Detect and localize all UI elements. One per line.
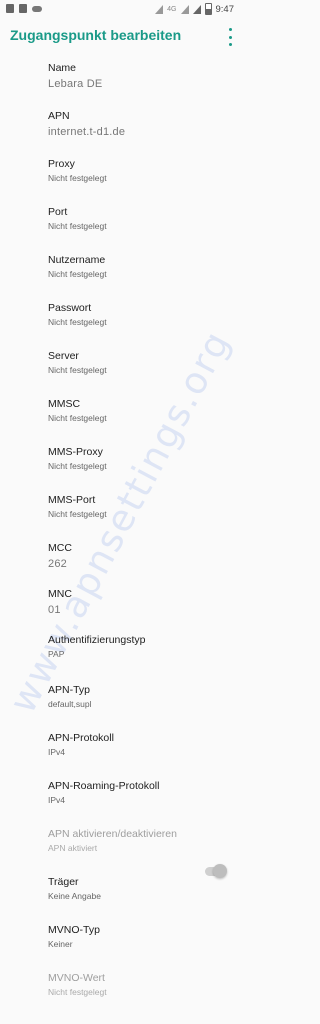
setting-auth-type[interactable]: Authentifizierungstyp PAP [48,634,230,659]
apn-enable-toggle [202,864,227,880]
setting-value: 01 [48,604,61,616]
setting-port[interactable]: Port Nicht festgelegt [48,206,230,231]
setting-mvno-type[interactable]: MVNO-Typ Keiner [48,924,230,949]
setting-value: Nicht festgelegt [48,413,107,423]
setting-label: MVNO-Wert [48,972,105,984]
toggle-thumb [213,864,227,878]
status-left-icons [6,4,42,13]
setting-value: Keine Angabe [48,891,101,901]
battery-icon [204,3,212,15]
setting-value: IPv4 [48,747,66,757]
network-type-label: 4G [167,5,177,13]
setting-value: IPv4 [48,795,66,805]
setting-value: Nicht festgelegt [48,509,107,519]
setting-label: MNC [48,588,72,600]
status-time: 9:47 [215,3,235,15]
signal-icon [180,4,189,14]
setting-label: MCC [48,542,72,554]
setting-apn-type[interactable]: APN-Typ default,supl [48,684,230,709]
setting-value: Nicht festgelegt [48,987,107,997]
setting-mmsc[interactable]: MMSC Nicht festgelegt [48,398,230,423]
setting-value: Nicht festgelegt [48,269,107,279]
setting-apn-roaming-protocol[interactable]: APN-Roaming-Protokoll IPv4 [48,780,230,805]
setting-value: Nicht festgelegt [48,221,107,231]
setting-label: MMS-Port [48,494,96,506]
setting-label: MMS-Proxy [48,446,103,458]
setting-mcc[interactable]: MCC 262 [48,542,230,570]
signal-strength-icon [192,4,201,14]
setting-value: APN aktiviert [48,843,98,853]
setting-label: MVNO-Typ [48,924,100,936]
setting-label: Port [48,206,68,218]
setting-apn-enable: APN aktivieren/deaktivieren APN aktivier… [48,828,196,853]
setting-value: Keiner [48,939,73,949]
setting-label: APN-Typ [48,684,91,696]
setting-label: Name [48,62,77,74]
setting-mms-port[interactable]: MMS-Port Nicht festgelegt [48,494,230,519]
setting-apn-protocol[interactable]: APN-Protokoll IPv4 [48,732,230,757]
setting-apn[interactable]: APN internet.t-d1.de [48,110,230,138]
setting-proxy[interactable]: Proxy Nicht festgelegt [48,158,230,183]
setting-server[interactable]: Server Nicht festgelegt [48,350,230,375]
setting-label: Authentifizierungstyp [48,634,146,646]
data-saver-icon [19,4,27,13]
setting-name[interactable]: Name Lebara DE [48,62,230,90]
status-right-icons: 4G 9:47 [155,3,234,15]
setting-value: Nicht festgelegt [48,365,107,375]
setting-value: Lebara DE [48,78,103,90]
toolbar: Zugangspunkt bearbeiten [0,18,240,56]
setting-value: Nicht festgelegt [48,461,107,471]
setting-value: Nicht festgelegt [48,317,107,327]
setting-label: Nutzername [48,254,106,266]
setting-password[interactable]: Passwort Nicht festgelegt [48,302,230,327]
setting-mnc[interactable]: MNC 01 [48,588,230,616]
setting-label: APN aktivieren/deaktivieren [48,828,177,840]
setting-value: Nicht festgelegt [48,173,107,183]
setting-username[interactable]: Nutzername Nicht festgelegt [48,254,230,279]
setting-mms-proxy[interactable]: MMS-Proxy Nicht festgelegt [48,446,230,471]
cloud-icon [32,5,42,12]
setting-value: default,supl [48,699,92,709]
page-title: Zugangspunkt bearbeiten [10,27,182,43]
setting-label: APN-Protokoll [48,732,114,744]
status-bar: 4G 9:47 [0,0,240,18]
setting-label: APN-Roaming-Protokoll [48,780,160,792]
setting-label: Proxy [48,158,75,170]
sd-card-icon [6,4,14,13]
setting-value: internet.t-d1.de [48,126,126,138]
setting-label: Passwort [48,302,92,314]
setting-label: Server [48,350,79,362]
wifi-icon [155,4,164,14]
setting-label: MMSC [48,398,81,410]
setting-value: PAP [48,649,65,659]
setting-mvno-value: MVNO-Wert Nicht festgelegt [48,972,230,997]
more-vert-icon[interactable] [227,28,233,46]
setting-label: APN [48,110,70,122]
setting-value: 262 [48,558,67,570]
